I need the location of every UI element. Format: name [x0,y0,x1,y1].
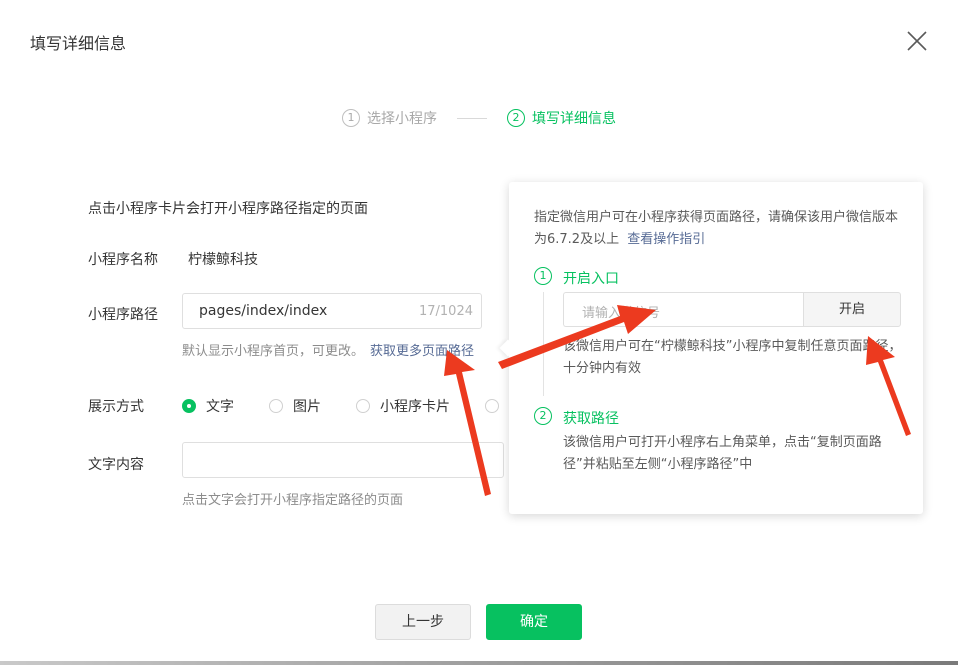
window-bottom-edge [0,661,958,665]
radio-unchecked-icon [356,399,370,413]
popover-step1-description: 该微信用户可在“柠檬鲸科技”小程序中复制任意页面路径，十分钟内有效 [563,339,902,376]
text-content-input[interactable] [182,442,504,478]
step-number: 2 [507,109,525,127]
path-guide-popover: 指定微信用户可在小程序获得页面路径，请确保该用户微信版本为6.7.2及以上 查看… [499,182,923,514]
popover-arrow [499,339,517,357]
popover-step-number: 2 [534,407,552,425]
close-icon[interactable] [905,29,929,53]
popover-step-connector [543,292,544,396]
text-content-hint: 点击文字会打开小程序指定路径的页面 [182,493,404,508]
wechat-id-input[interactable]: 请输入微信号 [563,292,804,327]
radio-label: 小程序卡片 [380,399,450,415]
radio-text[interactable]: 文字 [182,396,234,416]
step-divider [457,117,487,119]
display-mode-radio-group: 文字 图片 小程序卡片 [182,396,544,416]
wechat-id-placeholder: 请输入微信号 [582,306,661,321]
radio-unchecked-icon [269,399,283,413]
step-indicator: 1 选择小程序 2 填写详细信息 [342,108,616,128]
display-mode-label: 展示方式 [88,399,144,415]
miniprogram-path-input[interactable]: pages/index/index 17/1024 [182,293,482,329]
radio-label: 文字 [206,399,234,415]
popover-step-title-get-path: 获取路径 [563,411,619,427]
get-more-paths-link[interactable]: 获取更多页面路径 [370,344,474,359]
previous-step-button[interactable]: 上一步 [375,604,471,640]
radio-unchecked-icon [485,399,499,413]
miniprogram-path-label: 小程序路径 [88,307,158,323]
view-guide-link[interactable]: 查看操作指引 [627,232,705,247]
popover-step-number: 1 [534,267,552,285]
dialog-title: 填写详细信息 [30,34,127,53]
step-number: 1 [342,109,360,127]
step-fill-details: 2 填写详细信息 [507,108,616,128]
popover-intro-text: 指定微信用户可在小程序获得页面路径，请确保该用户微信版本为6.7.2及以上 [534,210,899,247]
popover-step-title-enable: 开启入口 [563,271,619,287]
radio-image[interactable]: 图片 [269,396,321,416]
step-select-miniprogram: 1 选择小程序 [342,108,437,128]
radio-checked-icon [182,399,196,413]
form-description: 点击小程序卡片会打开小程序路径指定的页面 [88,201,368,217]
path-input-value: pages/index/index [199,303,328,319]
path-char-counter: 17/1024 [418,304,473,319]
text-content-label: 文字内容 [88,457,144,473]
popover-step2-description: 该微信用户可打开小程序右上角菜单，点击“复制页面路径”并粘贴至左侧“小程序路径”… [563,435,882,472]
path-hint-text: 默认显示小程序首页，可更改。 [182,344,365,359]
radio-more[interactable] [485,399,509,413]
radio-label: 图片 [293,399,321,415]
step-label: 选择小程序 [367,111,437,127]
popover-intro: 指定微信用户可在小程序获得页面路径，请确保该用户微信版本为6.7.2及以上 查看… [534,207,904,251]
miniprogram-name-value: 柠檬鲸科技 [188,252,258,268]
path-hint: 默认显示小程序首页，可更改。 获取更多页面路径 [182,340,474,359]
step-label: 填写详细信息 [532,111,616,127]
enable-button[interactable]: 开启 [803,292,901,327]
miniprogram-name-label: 小程序名称 [88,252,158,268]
radio-miniprogram-card[interactable]: 小程序卡片 [356,396,450,416]
confirm-button[interactable]: 确定 [486,604,582,640]
